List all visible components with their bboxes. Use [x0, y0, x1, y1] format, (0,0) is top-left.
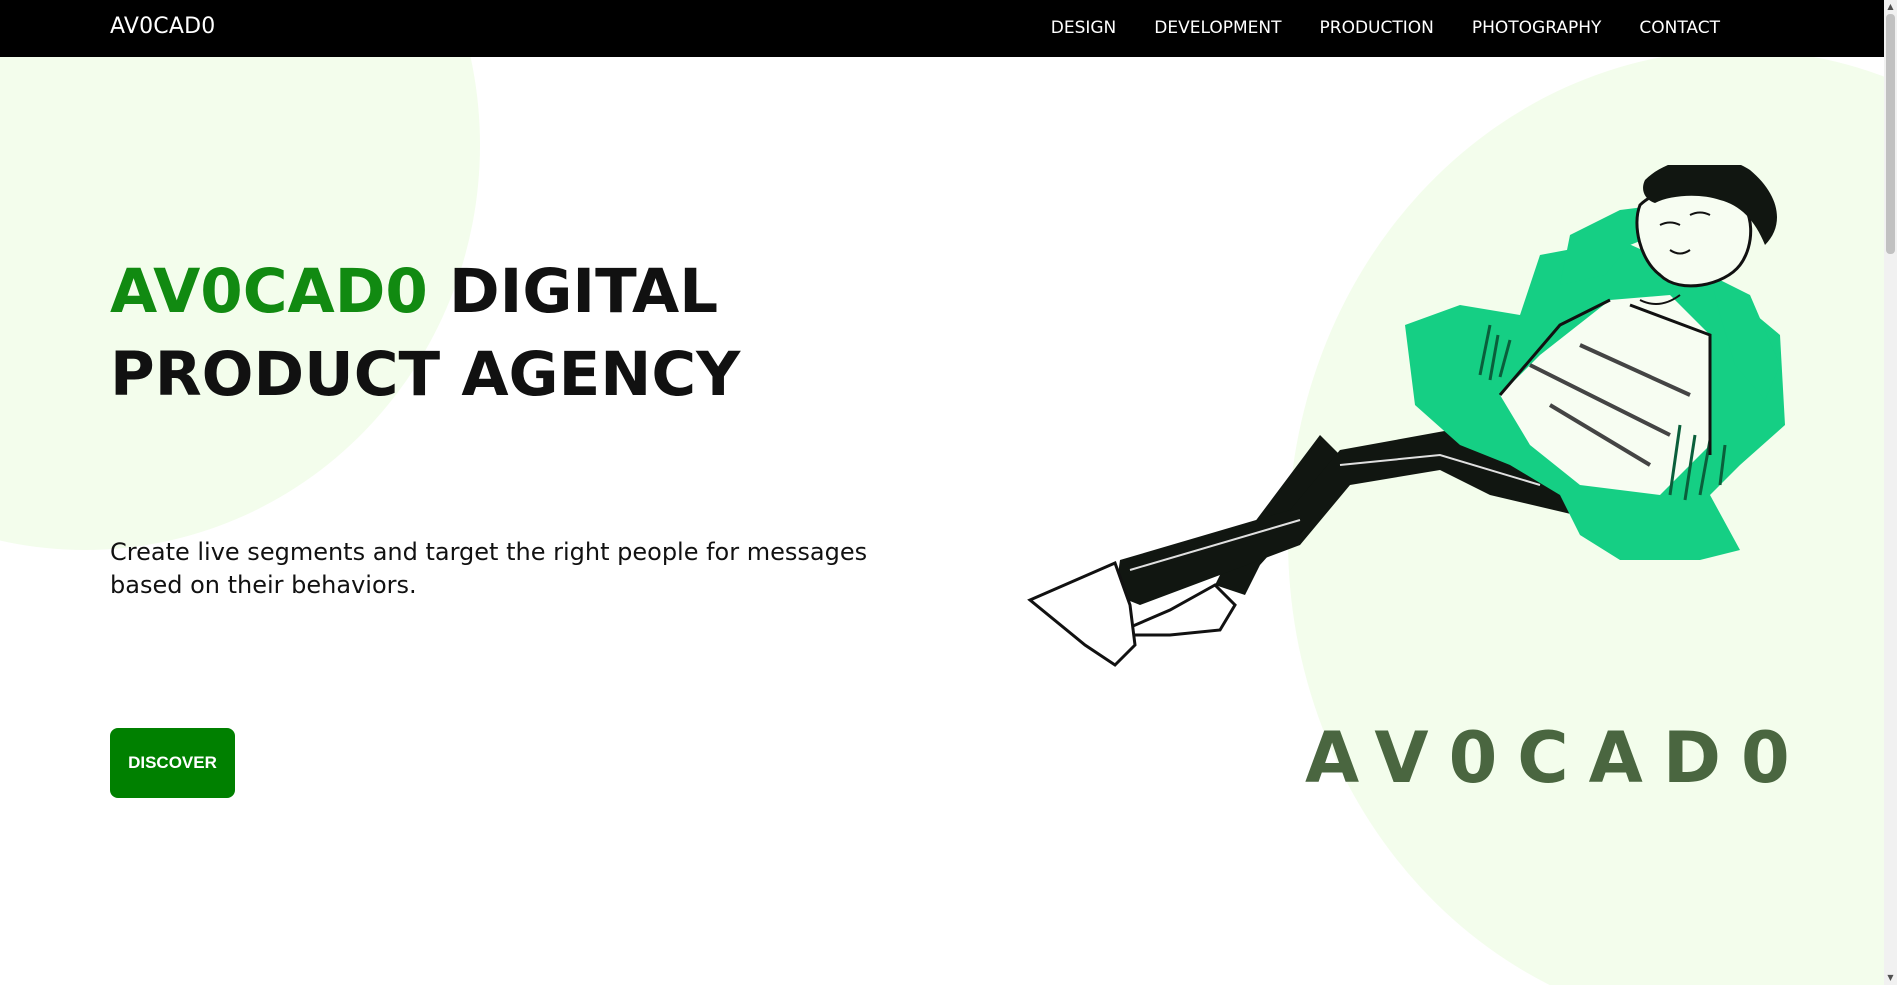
- hero-title-line2: PRODUCT AGENCY: [110, 339, 741, 410]
- relaxing-man-illustration: [1027, 165, 1785, 667]
- hero-title-accent: AV0CAD0: [110, 256, 428, 327]
- illustration-front-shoe: [1027, 560, 1137, 667]
- hero-title: AV0CAD0 DIGITAL PRODUCT AGENCY: [110, 250, 740, 416]
- nav-links: DESIGN DEVELOPMENT PRODUCTION PHOTOGRAPH…: [1051, 18, 1720, 38]
- scroll-down-arrow-icon[interactable]: ▼: [1884, 971, 1897, 985]
- nav-link-development[interactable]: DEVELOPMENT: [1154, 18, 1281, 38]
- page-scrollbar[interactable]: ▲ ▼: [1884, 0, 1897, 985]
- scroll-up-arrow-icon[interactable]: ▲: [1884, 0, 1897, 14]
- nav-link-production[interactable]: PRODUCTION: [1320, 18, 1434, 38]
- brand-logo-link[interactable]: AV0CAD0: [110, 14, 215, 39]
- hero-title-line1-rest: DIGITAL: [449, 256, 719, 327]
- avocado-logo-wordmark: AV0CAD0: [1305, 717, 1810, 799]
- discover-button[interactable]: DISCOVER: [110, 728, 235, 798]
- page: AV0CAD0 DESIGN DEVELOPMENT PRODUCTION PH…: [0, 0, 1897, 985]
- top-navbar: AV0CAD0 DESIGN DEVELOPMENT PRODUCTION PH…: [0, 0, 1884, 57]
- nav-link-contact[interactable]: CONTACT: [1639, 18, 1720, 38]
- scroll-thumb[interactable]: [1886, 14, 1895, 254]
- hero-subtitle: Create live segments and target the righ…: [110, 538, 868, 599]
- nav-link-photography[interactable]: PHOTOGRAPHY: [1472, 18, 1602, 38]
- nav-link-design[interactable]: DESIGN: [1051, 18, 1117, 38]
